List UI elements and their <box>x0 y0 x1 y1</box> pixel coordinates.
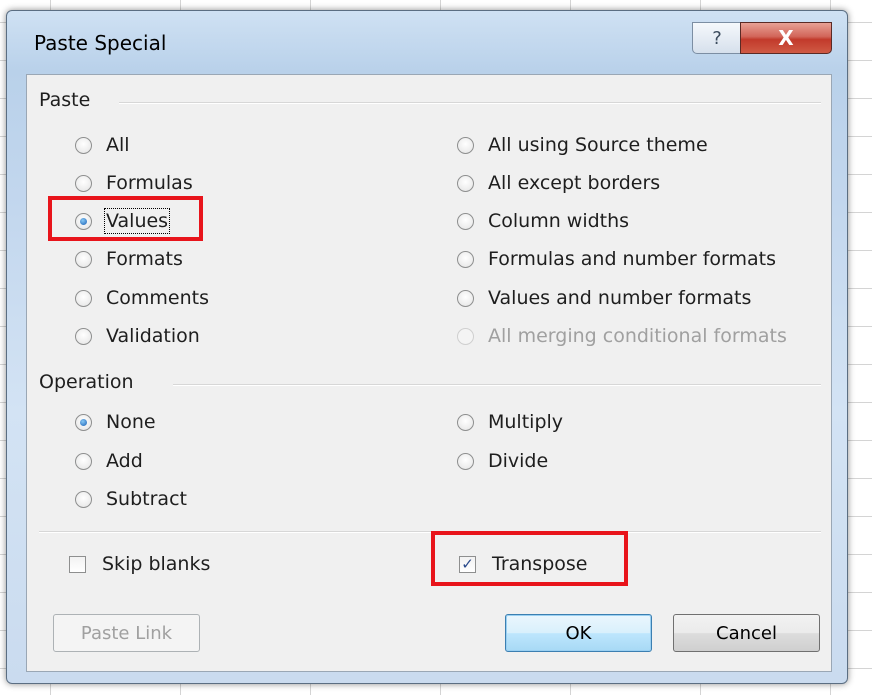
paste-option-all-merging-conditional-formats: All merging conditional formats <box>457 325 787 347</box>
ok-button-label: OK <box>565 622 592 644</box>
close-icon: X <box>778 26 794 50</box>
operation-option-none[interactable]: None <box>75 411 156 433</box>
radio-multiply[interactable] <box>457 413 474 431</box>
paste-option-all[interactable]: All <box>75 134 130 156</box>
paste-option-column-widths-label: Column widths <box>488 210 630 232</box>
help-button[interactable]: ? <box>692 22 742 54</box>
skip-blanks-label: Skip blanks <box>102 553 211 575</box>
dialog-title: Paste Special <box>34 31 167 55</box>
operation-option-multiply[interactable]: Multiply <box>457 411 563 433</box>
skip-blanks-option[interactable]: Skip blanks <box>69 553 210 575</box>
operation-option-divide-label: Divide <box>488 450 549 472</box>
radio-all-source-theme[interactable] <box>457 136 474 154</box>
radio-formulas-number-formats[interactable] <box>457 250 474 268</box>
paste-option-column-widths[interactable]: Column widths <box>457 210 629 232</box>
radio-values-number-formats[interactable] <box>457 289 474 307</box>
paste-option-comments[interactable]: Comments <box>75 287 209 309</box>
paste-option-values-number-formats[interactable]: Values and number formats <box>457 287 751 309</box>
radio-all-except-borders[interactable] <box>457 174 474 192</box>
radio-divide[interactable] <box>457 452 474 470</box>
paste-option-all-source-theme-label: All using Source theme <box>488 134 708 156</box>
cancel-button-label: Cancel <box>716 622 777 644</box>
operation-option-subtract-label: Subtract <box>106 488 187 510</box>
radio-all-merging-conditional-formats <box>457 327 474 345</box>
paste-link-button: Paste Link <box>53 614 200 652</box>
values-highlight-box <box>48 196 203 241</box>
radio-column-widths[interactable] <box>457 212 474 230</box>
operation-option-add[interactable]: Add <box>75 450 143 472</box>
skip-blanks-checkbox[interactable] <box>69 555 86 573</box>
paste-option-all-merging-conditional-formats-label: All merging conditional formats <box>488 325 787 347</box>
paste-option-all-source-theme[interactable]: All using Source theme <box>457 134 708 156</box>
radio-validation[interactable] <box>75 327 92 345</box>
paste-option-all-label: All <box>106 134 130 156</box>
paste-option-all-except-borders-label: All except borders <box>488 172 661 194</box>
paste-option-values-number-formats-label: Values and number formats <box>488 287 752 309</box>
paste-option-formats-label: Formats <box>106 248 183 270</box>
help-icon: ? <box>712 27 722 49</box>
operation-option-divide[interactable]: Divide <box>457 450 548 472</box>
paste-link-button-label: Paste Link <box>80 622 173 644</box>
paste-option-validation-label: Validation <box>106 325 200 347</box>
operation-option-multiply-label: Multiply <box>488 411 564 433</box>
transpose-highlight-box <box>431 531 628 586</box>
operation-option-add-label: Add <box>106 450 143 472</box>
paste-option-validation[interactable]: Validation <box>75 325 200 347</box>
radio-formats[interactable] <box>75 250 92 268</box>
operation-group-label: Operation <box>39 371 134 393</box>
radio-comments[interactable] <box>75 289 92 307</box>
paste-group-label: Paste <box>39 89 91 111</box>
paste-option-formulas-number-formats[interactable]: Formulas and number formats <box>457 248 776 270</box>
operation-option-subtract[interactable]: Subtract <box>75 488 187 510</box>
paste-group-separator <box>119 102 821 104</box>
cancel-button[interactable]: Cancel <box>673 614 820 652</box>
paste-option-formulas[interactable]: Formulas <box>75 172 193 194</box>
radio-none[interactable] <box>75 413 92 431</box>
radio-add[interactable] <box>75 452 92 470</box>
paste-option-formulas-number-formats-label: Formulas and number formats <box>488 248 777 270</box>
close-button[interactable]: X <box>740 22 832 54</box>
checks-separator <box>39 531 821 533</box>
ok-button[interactable]: OK <box>505 614 652 652</box>
paste-option-comments-label: Comments <box>106 287 209 309</box>
dialog-body: Paste All Formulas Values Formats Commen… <box>26 74 832 672</box>
paste-option-formulas-label: Formulas <box>106 172 193 194</box>
paste-option-all-except-borders[interactable]: All except borders <box>457 172 660 194</box>
operation-group-separator <box>173 384 821 386</box>
radio-all[interactable] <box>75 136 92 154</box>
operation-option-none-label: None <box>106 411 156 433</box>
paste-option-formats[interactable]: Formats <box>75 248 183 270</box>
radio-formulas[interactable] <box>75 174 92 192</box>
radio-subtract[interactable] <box>75 490 92 508</box>
